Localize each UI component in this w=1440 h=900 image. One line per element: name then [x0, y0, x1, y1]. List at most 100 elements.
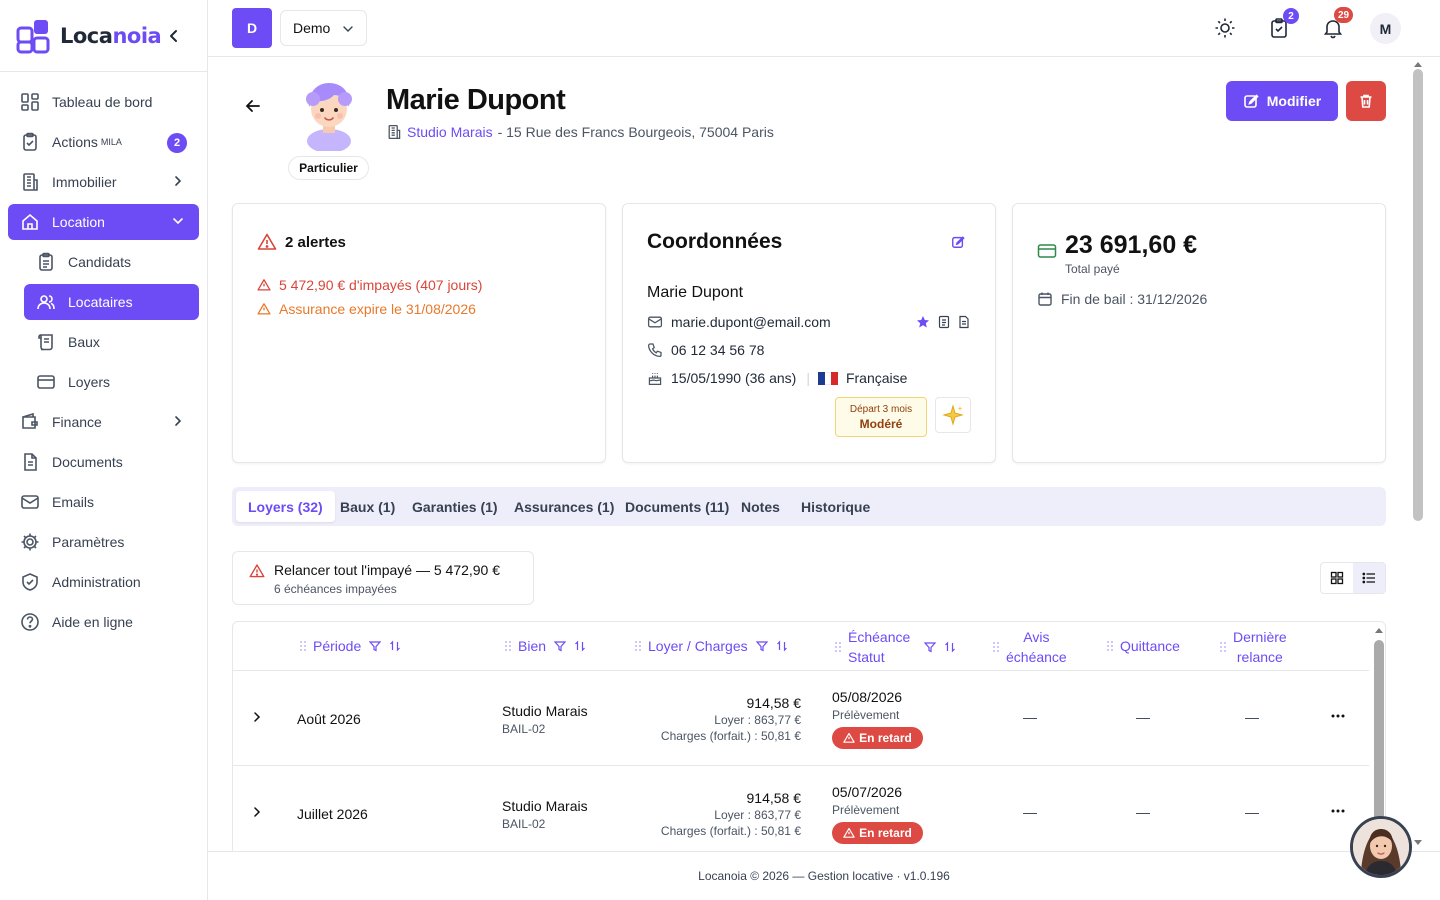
- chevron-down-icon: [343, 26, 353, 32]
- back-arrow-icon[interactable]: [242, 95, 264, 117]
- mail-icon: [21, 495, 39, 509]
- trash-icon: [1360, 94, 1372, 108]
- contact-name: Marie Dupont: [647, 284, 744, 301]
- drag-handle-icon[interactable]: [992, 640, 1000, 654]
- sidebar: Locanoia Tableau de bord Actions MILA 2 I…: [0, 0, 208, 900]
- filter-icon[interactable]: [755, 640, 768, 652]
- sidebar-item-label: Loyers: [68, 374, 111, 390]
- filter-icon[interactable]: [924, 641, 937, 653]
- sidebar-item-loyers[interactable]: Loyers: [24, 364, 199, 400]
- column-header-periode[interactable]: Période: [299, 622, 401, 670]
- collapse-sidebar-button[interactable]: [166, 26, 182, 46]
- user-avatar[interactable]: M: [1370, 13, 1401, 44]
- users-icon: [37, 295, 55, 310]
- drag-handle-icon[interactable]: [299, 639, 307, 653]
- sidebar-item-aide-en-ligne[interactable]: Aide en ligne: [8, 604, 199, 640]
- theme-sun-icon[interactable]: [1214, 17, 1236, 39]
- contact-phone[interactable]: 06 12 34 56 78: [671, 342, 764, 358]
- edit-contact-icon[interactable]: [951, 235, 965, 249]
- column-header-echeance-statut[interactable]: Échéance Statut: [834, 622, 956, 672]
- row-property[interactable]: Studio Marais: [502, 798, 588, 814]
- expand-chevron-icon[interactable]: [251, 711, 263, 723]
- contact-email[interactable]: marie.dupont@email.com: [671, 314, 831, 330]
- expand-chevron-icon[interactable]: [251, 806, 263, 818]
- star-icon[interactable]: [916, 315, 930, 329]
- row-rent: Loyer : 863,77 €: [714, 713, 801, 727]
- column-header-quittance[interactable]: Quittance: [1106, 622, 1180, 670]
- edit-button[interactable]: Modifier: [1226, 81, 1338, 121]
- more-options-icon[interactable]: [1331, 809, 1345, 813]
- grid-view-button[interactable]: [1321, 563, 1353, 593]
- help-circle-icon: [21, 613, 39, 631]
- tab-notes[interactable]: Notes: [729, 491, 792, 522]
- risk-label: Départ 3 mois: [849, 403, 913, 415]
- scroll-down-arrow-icon[interactable]: [1413, 839, 1423, 847]
- tab-loyers[interactable]: Loyers (32): [236, 491, 335, 522]
- sidebar-item-tableau-de-bord[interactable]: Tableau de bord: [8, 84, 199, 120]
- drag-handle-icon[interactable]: [1106, 639, 1114, 653]
- tab-garanties[interactable]: Garanties (1): [400, 491, 510, 522]
- tab-assurances[interactable]: Assurances (1): [502, 491, 626, 522]
- edit-button-label: Modifier: [1266, 93, 1322, 109]
- delete-button[interactable]: [1346, 81, 1386, 121]
- rents-table: Période Bien Loyer / Charges Échéance Sta…: [232, 621, 1386, 851]
- sidebar-item-baux[interactable]: Baux: [24, 324, 199, 360]
- column-header-bien[interactable]: Bien: [504, 622, 586, 670]
- row-last-reminder: —: [1245, 709, 1259, 725]
- sidebar-item-immobilier[interactable]: Immobilier: [8, 164, 199, 200]
- table-row[interactable]: Juillet 2026 Studio Marais BAIL-02 914,5…: [233, 766, 1369, 851]
- sidebar-item-finance[interactable]: Finance: [8, 404, 199, 440]
- workspace-avatar[interactable]: D: [232, 8, 272, 48]
- drag-handle-icon[interactable]: [634, 639, 642, 653]
- chevron-right-icon: [175, 176, 182, 186]
- assistant-chat-avatar[interactable]: [1350, 816, 1412, 878]
- ai-insight-button[interactable]: [935, 397, 971, 433]
- drag-handle-icon[interactable]: [834, 640, 842, 654]
- drag-handle-icon[interactable]: [504, 639, 512, 653]
- more-options-icon[interactable]: [1331, 714, 1345, 718]
- row-property[interactable]: Studio Marais: [502, 703, 588, 719]
- scroll-up-arrow-icon[interactable]: [1374, 626, 1384, 634]
- tab-documents[interactable]: Documents (11): [613, 491, 741, 522]
- sidebar-item-location[interactable]: Location: [8, 204, 199, 240]
- remind-all-unpaid-button[interactable]: Relancer tout l'impayé — 5 472,90 € 6 éc…: [232, 551, 534, 605]
- file-text-icon[interactable]: [957, 315, 971, 329]
- sort-icon[interactable]: [389, 640, 401, 652]
- property-link[interactable]: Studio Marais: [407, 124, 493, 140]
- column-header-avis-echeance[interactable]: Avis échéance: [992, 622, 1067, 672]
- lease-end-line: Fin de bail : 31/12/2026: [1037, 291, 1207, 307]
- brand[interactable]: Locanoia: [0, 0, 207, 72]
- filter-icon[interactable]: [369, 640, 382, 652]
- departure-risk-badge[interactable]: Départ 3 mois Modéré: [835, 397, 927, 437]
- sidebar-item-administration[interactable]: Administration: [8, 564, 199, 600]
- list-view-button[interactable]: [1353, 563, 1385, 593]
- tenant-address: Studio Marais - 15 Rue des Francs Bourge…: [386, 124, 774, 140]
- sidebar-item-candidats[interactable]: Candidats: [24, 244, 199, 280]
- tab-historique[interactable]: Historique: [789, 491, 882, 522]
- scroll-icon: [38, 334, 53, 351]
- column-header-loyer-charges[interactable]: Loyer / Charges: [634, 622, 788, 670]
- column-header-derniere-relance[interactable]: Dernière relance: [1219, 622, 1287, 672]
- sort-icon[interactable]: [574, 640, 586, 652]
- sort-icon[interactable]: [776, 640, 788, 652]
- drag-handle-icon[interactable]: [1219, 640, 1227, 654]
- tab-baux[interactable]: Baux (1): [328, 491, 407, 522]
- filter-icon[interactable]: [554, 640, 567, 652]
- workspace-select[interactable]: Demo: [280, 10, 367, 46]
- total-paid-label: Total payé: [1065, 262, 1120, 276]
- alerts-header: 2 alertes: [257, 232, 346, 252]
- sidebar-item-documents[interactable]: Documents: [8, 444, 199, 480]
- page-scrollbar[interactable]: [1410, 57, 1428, 851]
- id-card-icon[interactable]: [937, 315, 951, 329]
- sort-icon[interactable]: [944, 641, 956, 653]
- table-row[interactable]: Août 2026 Studio Marais BAIL-02 914,58 €…: [233, 671, 1369, 766]
- sidebar-item-actions[interactable]: Actions MILA 2: [8, 124, 199, 160]
- sidebar-item-locataires[interactable]: Locataires: [24, 284, 199, 320]
- row-period: Août 2026: [297, 711, 361, 727]
- sidebar-item-emails[interactable]: Emails: [8, 484, 199, 520]
- sidebar-item-label: Emails: [52, 494, 95, 510]
- scroll-up-arrow-icon[interactable]: [1413, 60, 1423, 68]
- page-scroll-thumb[interactable]: [1413, 69, 1423, 521]
- column-header-label: Loyer / Charges: [648, 638, 748, 654]
- sidebar-item-parametres[interactable]: Paramètres: [8, 524, 199, 560]
